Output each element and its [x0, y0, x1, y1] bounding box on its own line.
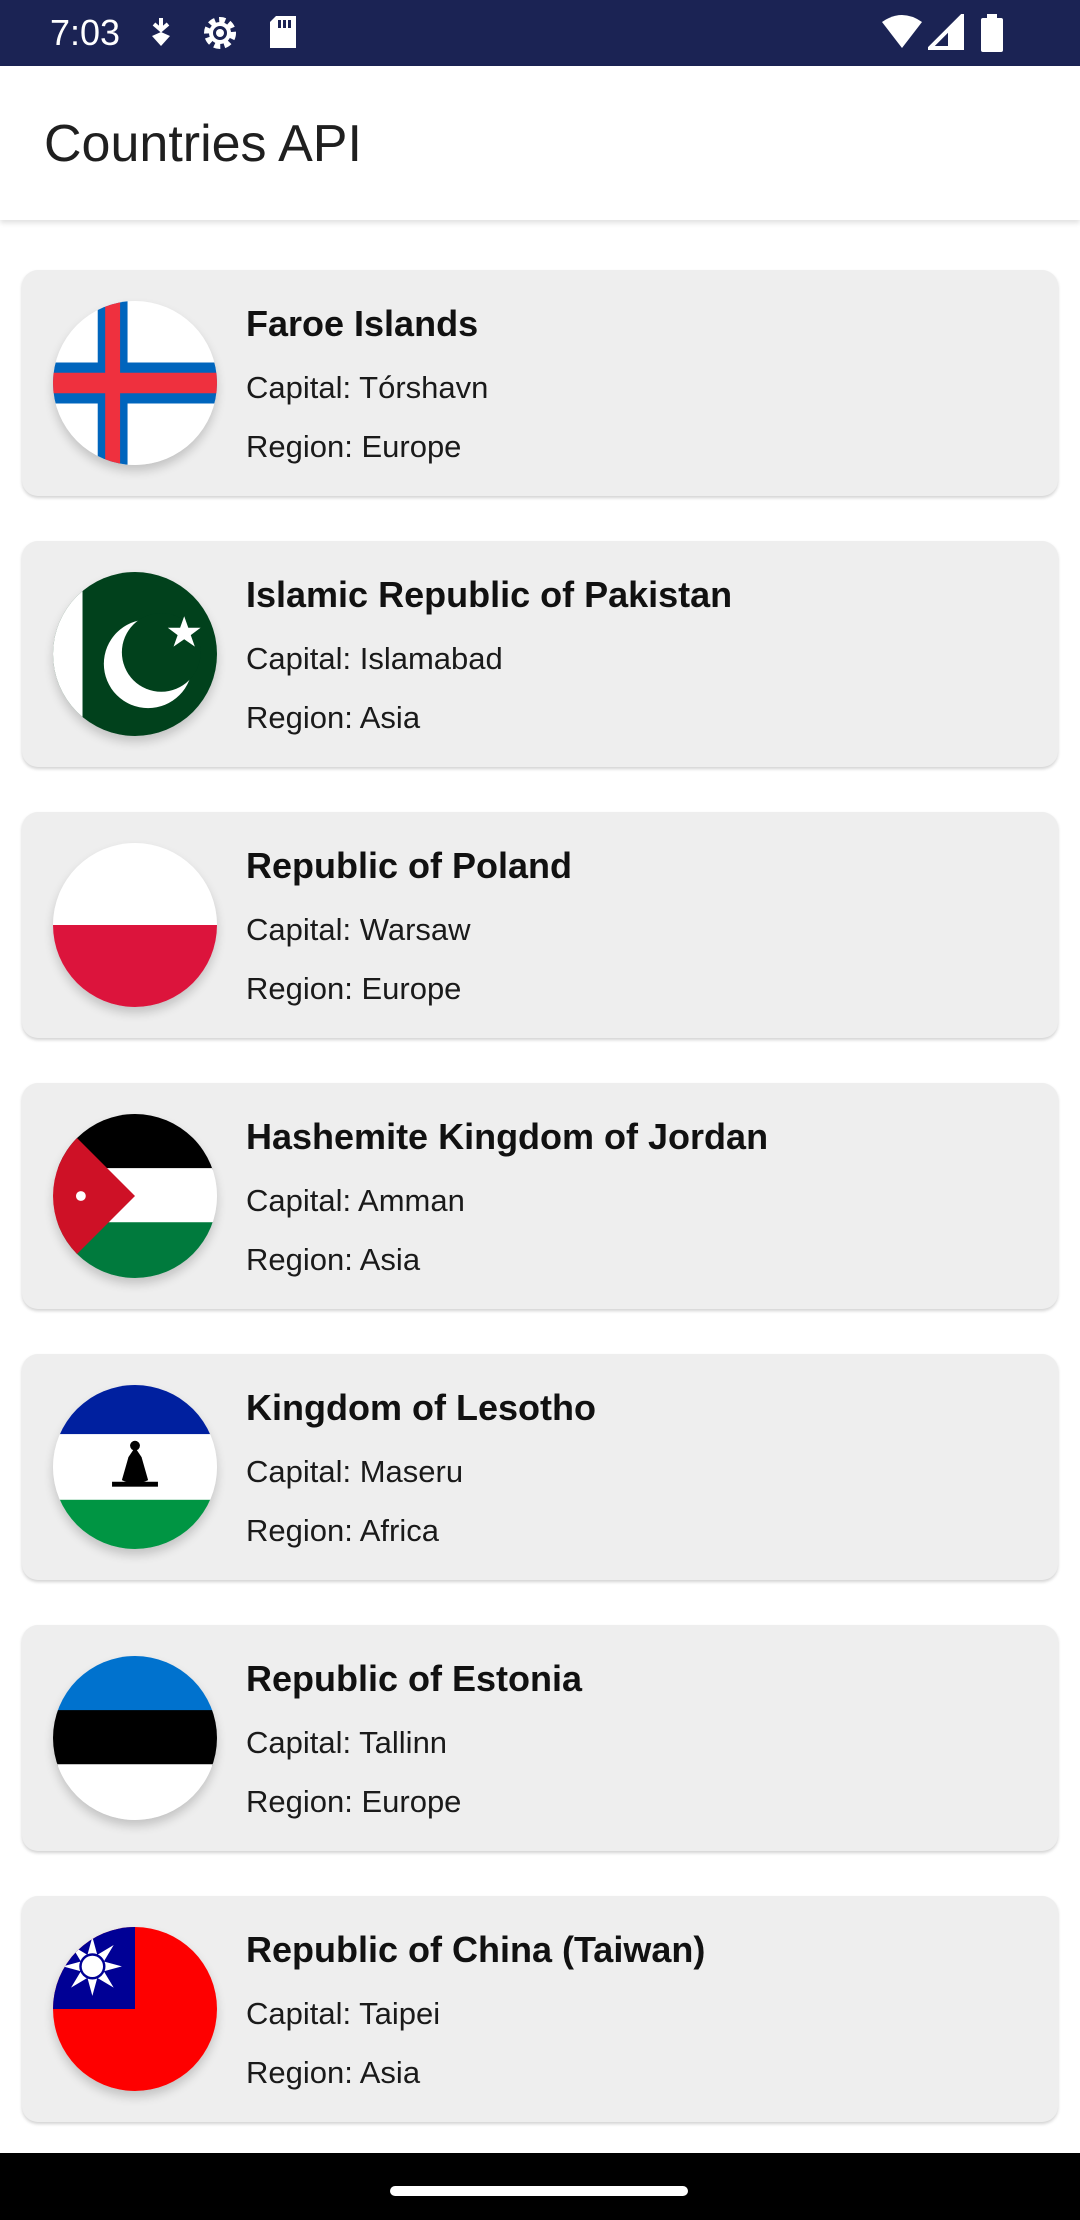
country-card[interactable]: Republic of Estonia Capital: Tallinn Reg…	[22, 1625, 1058, 1851]
country-capital: Capital: Warsaw	[246, 912, 471, 947]
country-capital: Capital: Taipei	[246, 1996, 441, 2031]
country-region: Region: Africa	[246, 1513, 439, 1548]
settings-gear-icon	[200, 14, 240, 57]
battery-icon	[980, 14, 1004, 57]
country-region: Region: Europe	[246, 971, 462, 1006]
taiwan-flag-icon	[53, 1927, 217, 2091]
country-region: Region: Asia	[246, 2055, 421, 2090]
country-card[interactable]: Islamic Republic of Pakistan Capital: Is…	[22, 541, 1058, 767]
navigation-bar	[0, 2153, 1080, 2220]
country-capital: Capital: Maseru	[246, 1454, 464, 1489]
country-name: Hashemite Kingdom of Jordan	[246, 1116, 769, 1157]
country-card[interactable]: Republic of Poland Capital: Warsaw Regio…	[22, 812, 1058, 1038]
country-region: Region: Asia	[246, 700, 421, 735]
home-gesture-handle[interactable]	[390, 2186, 688, 2196]
wifi-icon	[880, 14, 924, 55]
app-title: Countries API	[44, 115, 362, 173]
data-saver-icon	[146, 14, 176, 55]
pakistan-flag-icon	[53, 572, 217, 736]
country-region: Region: Asia	[246, 1242, 421, 1277]
country-name: Islamic Republic of Pakistan	[246, 574, 733, 615]
country-capital: Capital: Amman	[246, 1183, 465, 1218]
lesotho-flag-icon	[53, 1385, 217, 1549]
country-region: Region: Europe	[246, 429, 462, 464]
status-time: 7:03	[50, 12, 121, 53]
country-region: Region: Europe	[246, 1784, 462, 1819]
country-card[interactable]: Hashemite Kingdom of Jordan Capital: Amm…	[22, 1083, 1058, 1309]
app-bar: Countries API	[0, 66, 1080, 220]
country-name: Kingdom of Lesotho	[246, 1387, 596, 1428]
country-capital: Capital: Islamabad	[246, 641, 503, 676]
country-card[interactable]: Faroe Islands Capital: Tórshavn Region: …	[22, 270, 1058, 496]
country-name: Republic of China (Taiwan)	[246, 1929, 706, 1970]
faroe-islands-flag-icon	[53, 301, 217, 465]
country-capital: Capital: Tórshavn	[246, 370, 489, 405]
sd-card-icon	[268, 14, 298, 55]
estonia-flag-icon	[53, 1656, 217, 1820]
country-card[interactable]: Kingdom of Lesotho Capital: Maseru Regio…	[22, 1354, 1058, 1580]
country-name: Republic of Poland	[246, 845, 573, 886]
status-bar: 7:03	[0, 0, 1080, 66]
signal-icon	[925, 11, 964, 55]
poland-flag-icon	[53, 843, 217, 1007]
country-name: Faroe Islands	[246, 303, 479, 344]
jordan-flag-icon	[53, 1114, 217, 1278]
country-name: Republic of Estonia	[246, 1658, 583, 1699]
country-capital: Capital: Tallinn	[246, 1725, 448, 1760]
country-card[interactable]: Republic of China (Taiwan) Capital: Taip…	[22, 1896, 1058, 2122]
